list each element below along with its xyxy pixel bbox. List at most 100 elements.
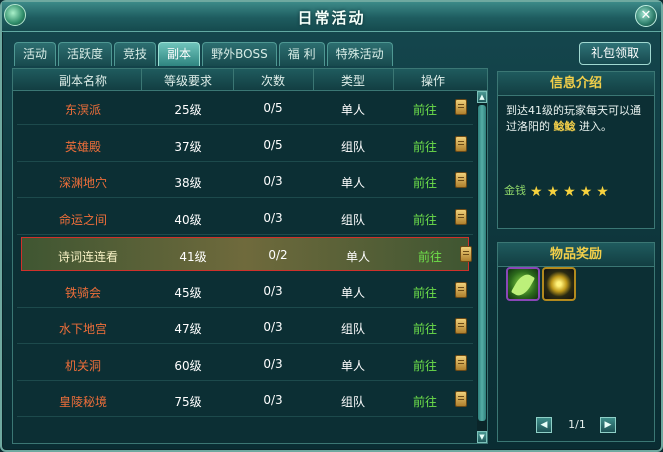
header-name: 副本名称 [58, 74, 107, 88]
cell-type: 单人 [340, 285, 365, 300]
table-row[interactable]: 命运之间 40级 0/3 组队 前往 [17, 201, 473, 235]
cell-level: 47级 [174, 322, 202, 336]
header-count: 次数 [260, 74, 285, 88]
go-link[interactable]: 前往 [407, 211, 443, 228]
table-header: 副本名称 等级要求 次数 类型 操作 [13, 69, 487, 91]
star-icon: ★ [563, 183, 576, 200]
cell-name: 深渊地穴 [58, 176, 107, 190]
go-link[interactable]: 前往 [407, 174, 443, 191]
star-icon: ★ [579, 183, 593, 200]
scroll-quest-icon[interactable] [455, 172, 467, 188]
tab-2[interactable]: 竞技 [114, 42, 157, 66]
scroll-quest-icon[interactable] [455, 99, 467, 115]
cell-type: 单人 [340, 103, 365, 117]
cell-name: 命运之间 [58, 212, 107, 227]
table-row[interactable]: 机关洞 60级 0/3 单人 前往 [17, 347, 473, 381]
cell-type: 组队 [340, 212, 365, 227]
money-label: 金钱 [504, 184, 526, 197]
tab-0[interactable]: 活动 [14, 42, 57, 66]
scrollbar[interactable]: ▲ ▼ [477, 91, 487, 443]
page-indicator: 1/1 [568, 418, 586, 431]
money-rating: 金钱 ★ ★ ★ ★ ★ [504, 181, 613, 200]
cell-level: 60级 [174, 358, 202, 373]
scroll-thumb[interactable] [478, 105, 486, 421]
cell-type: 组队 [340, 139, 365, 154]
scroll-down-button[interactable]: ▼ [477, 431, 487, 443]
gift-claim-button[interactable]: 礼包领取 [579, 42, 651, 65]
table-row[interactable]: 深渊地穴 38级 0/3 单人 前往 [17, 164, 473, 198]
cell-level: 25级 [174, 103, 202, 117]
header-action: 操作 [420, 74, 445, 88]
go-link[interactable]: 前往 [407, 284, 443, 301]
scroll-quest-icon[interactable] [455, 281, 467, 298]
tab-1[interactable]: 活跃度 [58, 42, 113, 66]
star-icon: ★ [596, 183, 609, 200]
cell-type: 组队 [340, 395, 365, 409]
cell-name: 水下地宫 [58, 322, 107, 336]
cell-count: 0/3 [263, 283, 283, 298]
reward-pager: ◀ 1/1 ▶ [498, 417, 654, 435]
go-link[interactable]: 前往 [407, 138, 443, 155]
scroll-quest-icon[interactable] [455, 354, 467, 371]
cell-count: 0/3 [263, 393, 283, 407]
cell-type: 组队 [340, 322, 365, 336]
cell-level: 38级 [174, 176, 202, 190]
scroll-quest-icon[interactable] [455, 208, 467, 225]
window-title: 日常活动 [297, 9, 366, 27]
tab-4[interactable]: 野外BOSS [202, 42, 277, 66]
table-row[interactable]: 水下地宫 47级 0/3 组队 前往 [17, 310, 473, 344]
instance-table: 副本名称 等级要求 次数 类型 操作 东溟派 25级 0/5 单人 前往 英雄殿 37级 0/… [12, 68, 488, 444]
cell-count: 0/3 [263, 174, 283, 188]
tab-6[interactable]: 特殊活动 [326, 42, 393, 66]
prev-page-button[interactable]: ◀ [536, 417, 552, 433]
cell-level: 40级 [174, 212, 202, 227]
cell-count: 0/5 [263, 101, 283, 115]
info-panel: 信息介绍 到达41级的玩家每天可以通过洛阳的 鲶鲶 进入。 金钱 ★ ★ ★ ★ ★ [497, 71, 655, 229]
table-row[interactable]: 东溟派 25级 0/5 单人 前往 [17, 91, 473, 125]
npc-name-link[interactable]: 鲶鲶 [554, 120, 576, 133]
daily-activity-window: 日常活动 ✕ 活动 活跃度 竞技 副本 野外BOSS 福 利特殊活动 礼包领取 副本名称 … [0, 0, 663, 452]
star-icon: ★ [546, 183, 560, 200]
cell-name: 英雄殿 [64, 139, 101, 154]
go-link[interactable]: 前往 [412, 248, 448, 265]
info-title: 信息介绍 [498, 72, 654, 96]
cell-name: 皇陵秘境 [58, 395, 107, 409]
scroll-quest-icon[interactable] [455, 135, 467, 152]
cell-type: 单人 [345, 250, 370, 264]
go-link[interactable]: 前往 [407, 393, 443, 410]
go-link[interactable]: 前往 [407, 101, 443, 118]
reward-title: 物品奖励 [498, 243, 654, 267]
scroll-up-button[interactable]: ▲ [477, 91, 487, 103]
tab-bar: 活动 活跃度 竞技 副本 野外BOSS 福 利特殊活动 [14, 42, 395, 66]
tab-5[interactable]: 福 利 [278, 42, 325, 66]
star-icon: ★ [530, 183, 543, 200]
reward-item-orb-icon[interactable] [542, 267, 576, 301]
next-page-button[interactable]: ▶ [600, 417, 616, 433]
scroll-quest-icon[interactable] [455, 391, 467, 407]
tab-3[interactable]: 副本 [158, 42, 201, 66]
header-divider [141, 69, 142, 91]
scroll-quest-icon[interactable] [455, 318, 467, 334]
reward-panel: 物品奖励 ◀ 1/1 ▶ [497, 242, 655, 442]
header-level: 等级要求 [163, 74, 212, 88]
table-row[interactable]: 诗词连连看 41级 0/2 单人 前往 [21, 237, 472, 271]
cell-level: 75级 [174, 395, 202, 409]
cell-name: 铁骑会 [64, 285, 101, 300]
cell-level: 37级 [174, 139, 202, 154]
table-row[interactable]: 铁骑会 45级 0/3 单人 前往 [17, 274, 473, 308]
go-link[interactable]: 前往 [407, 357, 443, 374]
close-button[interactable]: ✕ [635, 5, 657, 27]
title-bar[interactable]: 日常活动 ✕ [2, 2, 661, 32]
leaf-icon [510, 271, 536, 299]
cell-name: 东溟派 [64, 103, 101, 117]
scroll-quest-icon[interactable] [460, 246, 472, 262]
cell-type: 单人 [340, 358, 365, 373]
cell-name: 诗词连连看 [57, 250, 118, 264]
table-row[interactable]: 英雄殿 37级 0/5 组队 前往 [17, 128, 473, 162]
table-row[interactable]: 皇陵秘境 75级 0/3 组队 前往 [17, 383, 473, 417]
header-type: 类型 [340, 74, 365, 88]
star-rating: ★ ★ ★ ★ ★ [530, 181, 613, 200]
cell-type: 单人 [340, 176, 365, 190]
reward-item-leaf-icon[interactable] [506, 267, 540, 301]
go-link[interactable]: 前往 [407, 320, 443, 337]
